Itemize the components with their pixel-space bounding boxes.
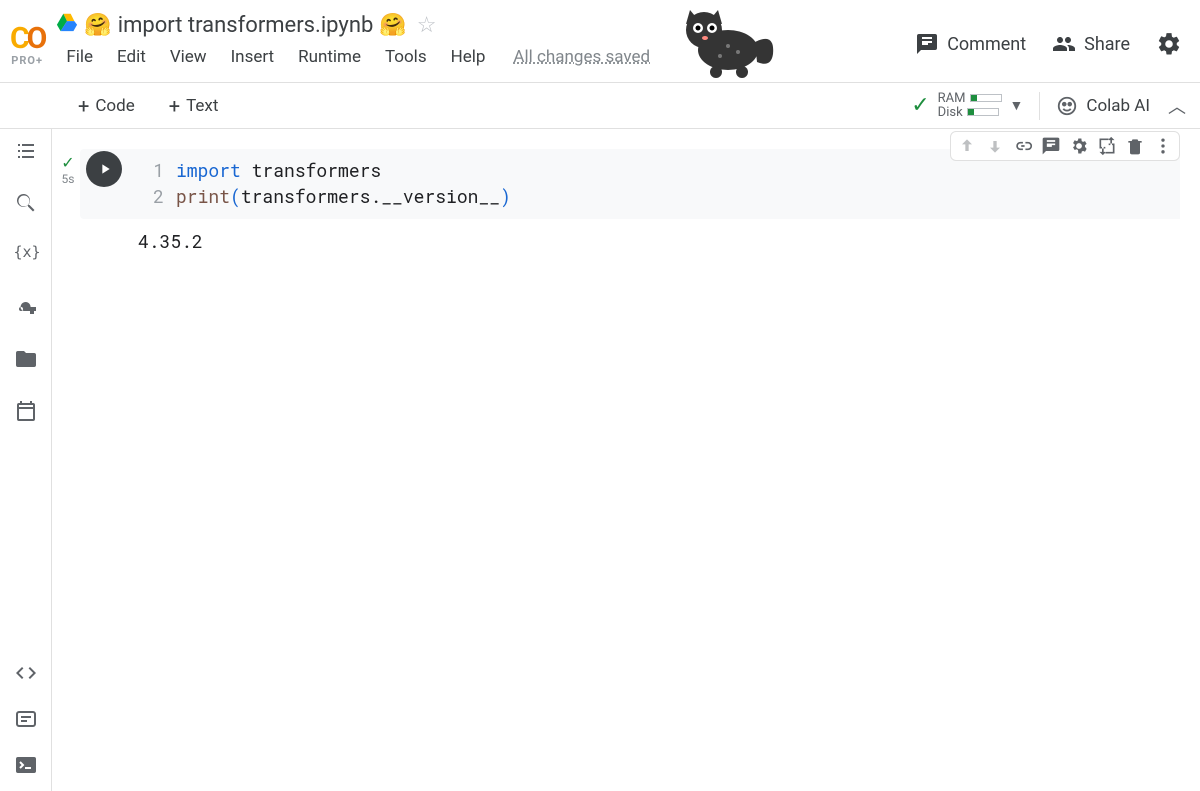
add-text-button[interactable]: +Text <box>161 92 227 120</box>
menu-view[interactable]: View <box>160 45 217 69</box>
add-text-label: Text <box>186 96 218 116</box>
colab-ai-button[interactable]: Colab AI <box>1056 95 1150 117</box>
comment-button[interactable]: Comment <box>915 32 1026 56</box>
run-button[interactable] <box>86 151 122 187</box>
cell-toolbar <box>950 131 1180 161</box>
divider <box>1039 92 1040 120</box>
hugging-face-icon: 🤗 <box>379 13 406 38</box>
connection-status[interactable]: ✓ RAM Disk ▼ <box>911 92 1023 120</box>
calendar-icon[interactable] <box>14 399 38 423</box>
menu-file[interactable]: File <box>56 45 103 69</box>
disk-label: Disk <box>938 105 963 120</box>
mirror-cell-icon[interactable] <box>1097 136 1117 156</box>
more-icon[interactable] <box>1153 136 1173 156</box>
exec-time: 5s <box>62 172 75 186</box>
save-status: All changes saved <box>503 45 660 69</box>
line-number: 2 <box>144 183 164 209</box>
add-code-label: Code <box>95 96 134 116</box>
collapse-icon[interactable]: ︿ <box>1168 93 1186 119</box>
toc-icon[interactable] <box>14 139 38 163</box>
ram-bar <box>970 94 1002 102</box>
check-icon: ✓ <box>61 153 74 172</box>
check-icon: ✓ <box>911 93 929 118</box>
menu-edit[interactable]: Edit <box>107 45 156 69</box>
command-palette-icon[interactable] <box>14 707 38 731</box>
terminal-icon[interactable] <box>14 753 38 777</box>
secrets-icon[interactable] <box>14 295 38 319</box>
menu-help[interactable]: Help <box>441 45 496 69</box>
toolbar: +Code +Text ✓ RAM Disk ▼ Colab AI ︿ <box>0 83 1200 129</box>
title-row: 🤗 import transformers.ipynb 🤗 ☆ <box>54 11 915 39</box>
hugging-face-icon: 🤗 <box>84 13 111 38</box>
cell-gutter: ✓ 5s <box>56 149 80 219</box>
notebook-area: ✓ 5s 1import transformers 2print(transfo… <box>52 129 1200 791</box>
code-snippets-icon[interactable] <box>14 661 38 685</box>
menu-runtime[interactable]: Runtime <box>288 45 371 69</box>
cat-mascot-icon <box>670 2 780 84</box>
search-icon[interactable] <box>14 191 38 215</box>
settings-button[interactable] <box>1156 31 1182 57</box>
files-icon[interactable] <box>14 347 38 371</box>
comment-label: Comment <box>947 34 1026 55</box>
star-icon[interactable]: ☆ <box>417 13 437 38</box>
add-code-button[interactable]: +Code <box>70 92 143 120</box>
ram-label: RAM <box>938 91 966 106</box>
variables-icon[interactable]: {x} <box>14 243 38 267</box>
drive-icon[interactable] <box>56 11 78 39</box>
share-button[interactable]: Share <box>1052 32 1130 56</box>
menu-tools[interactable]: Tools <box>375 45 437 69</box>
menubar: File Edit View Insert Runtime Tools Help… <box>54 39 915 77</box>
pro-badge: PRO+ <box>11 54 43 67</box>
menu-insert[interactable]: Insert <box>221 45 285 69</box>
code-cell: ✓ 5s 1import transformers 2print(transfo… <box>56 149 1180 267</box>
delete-icon[interactable] <box>1125 136 1145 156</box>
move-down-icon[interactable] <box>985 136 1005 156</box>
cell-settings-icon[interactable] <box>1069 136 1089 156</box>
line-number: 1 <box>144 157 164 183</box>
comment-cell-icon[interactable] <box>1041 136 1061 156</box>
link-icon[interactable] <box>1013 136 1033 156</box>
left-rail: {x} <box>0 129 52 791</box>
share-label: Share <box>1084 34 1130 55</box>
colab-logo[interactable]: CO PRO+ <box>10 21 44 67</box>
disk-bar <box>967 108 999 116</box>
cell-output: 4.35.2 <box>138 229 1180 267</box>
move-up-icon[interactable] <box>957 136 977 156</box>
dropdown-icon[interactable]: ▼ <box>1010 97 1024 114</box>
notebook-title[interactable]: import transformers.ipynb <box>118 13 374 38</box>
colab-ai-label: Colab AI <box>1086 96 1150 116</box>
header: CO PRO+ 🤗 import transformers.ipynb 🤗 ☆ … <box>0 0 1200 83</box>
